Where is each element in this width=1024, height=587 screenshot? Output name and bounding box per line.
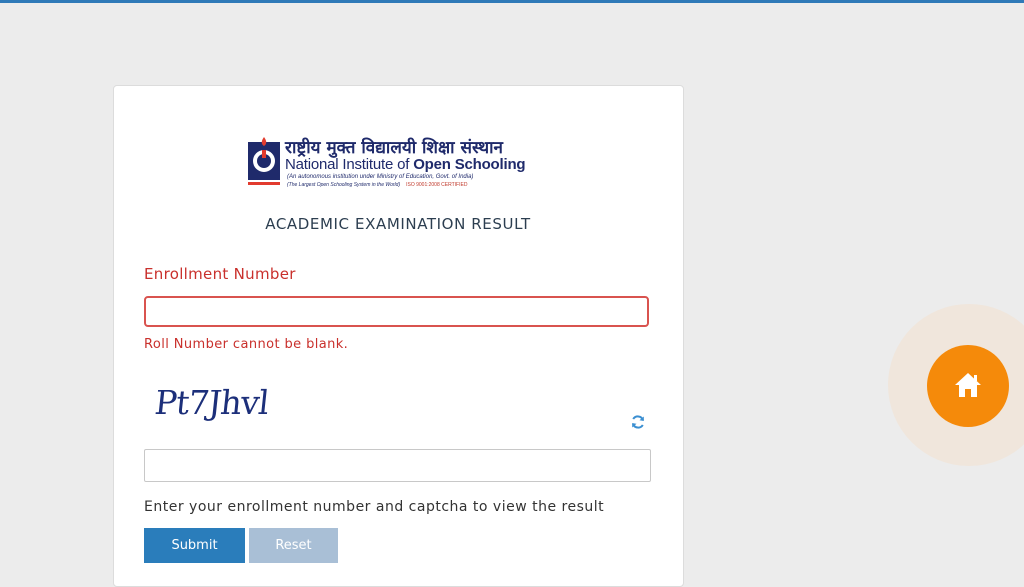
- logo-tagline: (The Largest Open Schooling System in th…: [287, 182, 467, 188]
- logo-tagline-text: (The Largest Open Schooling System in th…: [287, 182, 401, 188]
- logo-hindi-name: राष्ट्रीय मुक्त विद्यालयी शिक्षा संस्थान: [285, 138, 503, 158]
- nios-logo: राष्ट्रीय मुक्त विद्यालयी शिक्षा संस्थान…: [245, 136, 545, 192]
- enrollment-error: Roll Number cannot be blank.: [144, 337, 349, 352]
- top-accent-bar: [0, 0, 1024, 3]
- enrollment-label: Enrollment Number: [144, 265, 296, 283]
- home-icon: [955, 373, 981, 397]
- logo-subtitle: (An autonomous institution under Ministr…: [287, 174, 474, 180]
- home-button[interactable]: [927, 345, 1009, 427]
- logo-name-prefix: National Institute of: [285, 156, 414, 173]
- iso-certification: ISO 9001:2008 CERTIFIED: [406, 182, 468, 188]
- captcha-input[interactable]: [144, 449, 651, 482]
- submit-button[interactable]: Submit: [144, 528, 245, 563]
- reset-button[interactable]: Reset: [249, 528, 338, 563]
- enrollment-input[interactable]: [144, 296, 649, 327]
- help-text: Enter your enrollment number and captcha…: [144, 499, 605, 515]
- logo-english-name: National Institute of Open Schooling: [285, 156, 526, 173]
- nios-emblem-icon: [248, 137, 280, 185]
- captcha-image: Pt7Jhvl: [152, 383, 271, 422]
- page-title: ACADEMIC EXAMINATION RESULT: [265, 215, 531, 233]
- logo-name-bold: Open Schooling: [413, 156, 526, 173]
- refresh-icon[interactable]: [630, 414, 646, 430]
